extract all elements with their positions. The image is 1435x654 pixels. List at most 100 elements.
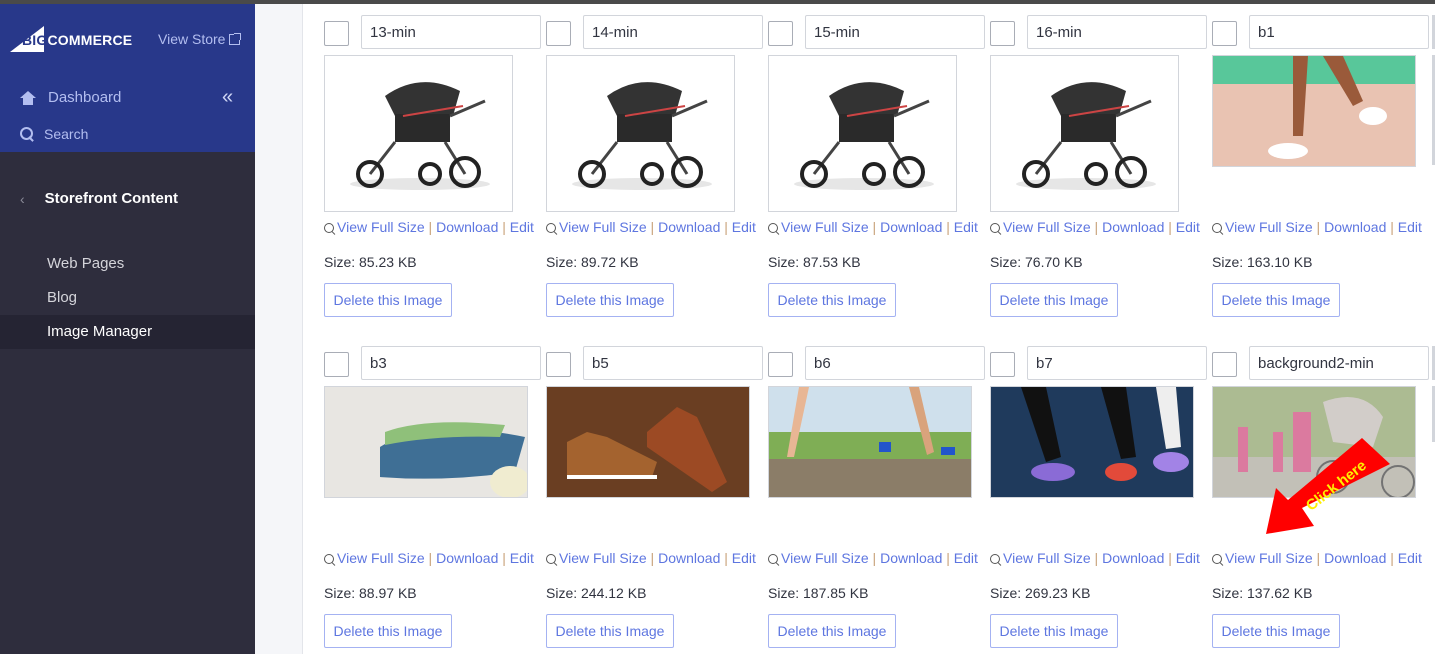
image-name-input[interactable] bbox=[805, 346, 985, 380]
download-link[interactable]: Download bbox=[880, 550, 942, 566]
size-prefix: Size: bbox=[324, 254, 360, 270]
delete-image-button[interactable]: Delete this Image bbox=[546, 283, 674, 317]
edit-link[interactable]: Edit bbox=[954, 550, 978, 566]
size-value: 137.62 KB bbox=[1247, 585, 1313, 601]
select-image-checkbox[interactable] bbox=[768, 21, 793, 46]
image-name-input[interactable] bbox=[361, 346, 541, 380]
download-link[interactable]: Download bbox=[1102, 219, 1164, 235]
image-thumbnail[interactable] bbox=[546, 55, 735, 212]
delete-image-button[interactable]: Delete this Image bbox=[990, 614, 1118, 648]
view-full-size-link[interactable]: View Full Size bbox=[337, 219, 425, 235]
zoom-in-icon bbox=[768, 554, 778, 564]
edit-link[interactable]: Edit bbox=[1176, 550, 1200, 566]
download-link[interactable]: Download bbox=[658, 550, 720, 566]
edit-link[interactable]: Edit bbox=[954, 219, 978, 235]
dashboard-label: Dashboard bbox=[48, 89, 122, 106]
section-storefront-content[interactable]: ‹ Storefront Content bbox=[20, 190, 178, 207]
edit-link[interactable]: Edit bbox=[1176, 219, 1200, 235]
image-name-input[interactable] bbox=[361, 15, 541, 49]
delete-image-button[interactable]: Delete this Image bbox=[324, 614, 452, 648]
zoom-in-icon bbox=[324, 223, 334, 233]
view-full-size-link[interactable]: View Full Size bbox=[1225, 219, 1313, 235]
view-full-size-link[interactable]: View Full Size bbox=[781, 219, 869, 235]
image-name-input[interactable] bbox=[1027, 346, 1207, 380]
delete-image-button[interactable]: Delete this Image bbox=[324, 283, 452, 317]
zoom-in-icon bbox=[1212, 223, 1222, 233]
image-thumbnail[interactable] bbox=[990, 55, 1179, 212]
edit-link[interactable]: Edit bbox=[1398, 219, 1422, 235]
sidebar-item-web-pages[interactable]: Web Pages bbox=[0, 247, 255, 281]
link-separator: | bbox=[1164, 550, 1176, 566]
edit-link[interactable]: Edit bbox=[510, 219, 534, 235]
image-action-links: View Full Size | Download | Edit bbox=[768, 219, 978, 235]
image-thumbnail[interactable] bbox=[768, 386, 972, 498]
edit-link[interactable]: Edit bbox=[1398, 550, 1422, 566]
image-action-links: View Full Size | Download | Edit bbox=[990, 550, 1200, 566]
bigcommerce-logo[interactable]: BIGCOMMERCE bbox=[10, 26, 132, 52]
select-image-checkbox[interactable] bbox=[324, 21, 349, 46]
image-name-input[interactable] bbox=[1027, 15, 1207, 49]
select-image-checkbox[interactable] bbox=[1212, 352, 1237, 377]
delete-image-button[interactable]: Delete this Image bbox=[1212, 614, 1340, 648]
image-size: Size: 85.23 KB bbox=[324, 254, 417, 270]
edit-link[interactable]: Edit bbox=[732, 219, 756, 235]
delete-image-button[interactable]: Delete this Image bbox=[546, 614, 674, 648]
sidebar-item-image-manager[interactable]: Image Manager bbox=[0, 315, 255, 349]
image-name-input[interactable] bbox=[583, 346, 763, 380]
sidebar-item-blog[interactable]: Blog bbox=[0, 281, 255, 315]
view-full-size-link[interactable]: View Full Size bbox=[1003, 550, 1091, 566]
image-action-links: View Full Size | Download | Edit bbox=[990, 219, 1200, 235]
select-image-checkbox[interactable] bbox=[546, 352, 571, 377]
link-separator: | bbox=[1386, 550, 1398, 566]
download-link[interactable]: Download bbox=[1324, 550, 1386, 566]
image-thumbnail[interactable] bbox=[324, 55, 513, 212]
image-name-input[interactable] bbox=[1249, 15, 1429, 49]
image-thumbnail[interactable] bbox=[546, 386, 750, 498]
select-image-checkbox[interactable] bbox=[768, 352, 793, 377]
thumbnail-art bbox=[769, 387, 971, 497]
image-thumbnail[interactable] bbox=[768, 55, 957, 212]
view-store-link[interactable]: View Store bbox=[158, 31, 242, 47]
delete-image-button[interactable]: Delete this Image bbox=[990, 283, 1118, 317]
delete-image-button[interactable]: Delete this Image bbox=[1212, 283, 1340, 317]
size-prefix: Size: bbox=[546, 585, 582, 601]
home-icon bbox=[20, 90, 36, 105]
view-full-size-link[interactable]: View Full Size bbox=[1003, 219, 1091, 235]
collapse-sidebar-icon[interactable]: « bbox=[222, 86, 233, 109]
image-size: Size: 89.72 KB bbox=[546, 254, 639, 270]
view-full-size-link[interactable]: View Full Size bbox=[1225, 550, 1313, 566]
view-full-size-link[interactable]: View Full Size bbox=[781, 550, 869, 566]
image-thumbnail[interactable] bbox=[324, 386, 528, 498]
image-action-links: View Full Size | Download | Edit bbox=[546, 219, 756, 235]
download-link[interactable]: Download bbox=[1102, 550, 1164, 566]
image-name-input[interactable] bbox=[1249, 346, 1429, 380]
thumbnail-art bbox=[769, 56, 956, 211]
select-image-checkbox[interactable] bbox=[990, 21, 1015, 46]
delete-image-button[interactable]: Delete this Image bbox=[768, 283, 896, 317]
image-name-input[interactable] bbox=[583, 15, 763, 49]
image-name-input[interactable] bbox=[805, 15, 985, 49]
delete-image-button[interactable]: Delete this Image bbox=[768, 614, 896, 648]
view-full-size-link[interactable]: View Full Size bbox=[337, 550, 425, 566]
download-link[interactable]: Download bbox=[436, 550, 498, 566]
view-full-size-link[interactable]: View Full Size bbox=[559, 550, 647, 566]
edit-link[interactable]: Edit bbox=[510, 550, 534, 566]
download-link[interactable]: Download bbox=[880, 219, 942, 235]
image-thumbnail[interactable] bbox=[990, 386, 1194, 498]
select-image-checkbox[interactable] bbox=[546, 21, 571, 46]
download-link[interactable]: Download bbox=[1324, 219, 1386, 235]
select-image-checkbox[interactable] bbox=[1212, 21, 1237, 46]
image-thumbnail[interactable] bbox=[1212, 55, 1416, 167]
download-link[interactable]: Download bbox=[658, 219, 720, 235]
select-image-checkbox[interactable] bbox=[324, 352, 349, 377]
select-image-checkbox[interactable] bbox=[990, 352, 1015, 377]
sidebar-item-search[interactable]: Search bbox=[20, 126, 88, 142]
zoom-in-icon bbox=[990, 223, 1000, 233]
download-link[interactable]: Download bbox=[436, 219, 498, 235]
edit-link[interactable]: Edit bbox=[732, 550, 756, 566]
link-separator: | bbox=[424, 219, 437, 235]
chevron-left-icon[interactable]: ‹ bbox=[20, 191, 25, 207]
view-full-size-link[interactable]: View Full Size bbox=[559, 219, 647, 235]
sidebar-item-dashboard[interactable]: Dashboard bbox=[20, 89, 121, 106]
view-store-label: View Store bbox=[158, 31, 226, 47]
